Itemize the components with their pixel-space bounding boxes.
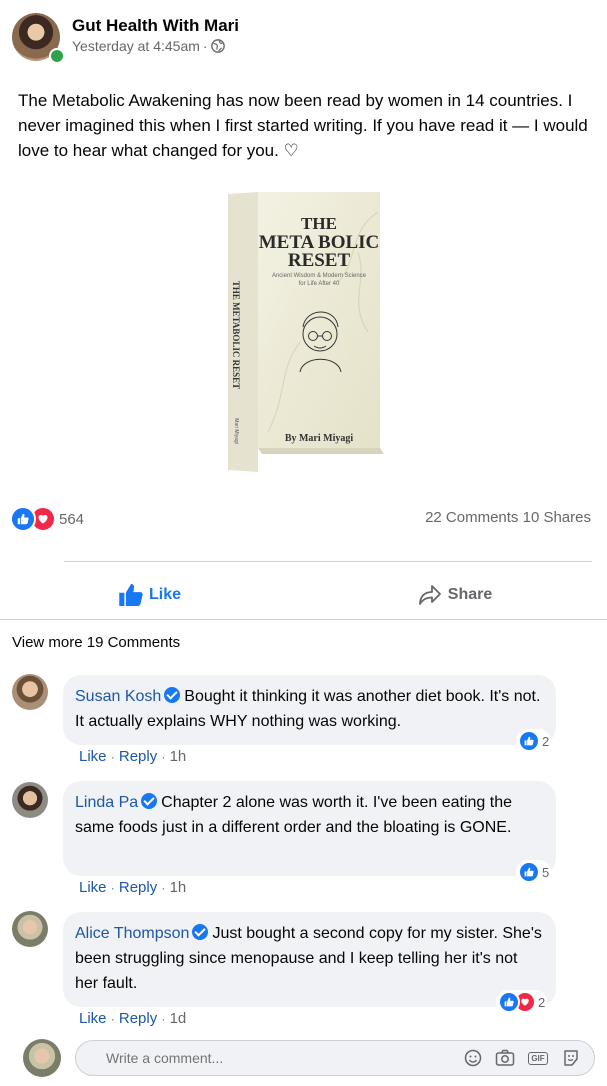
comment-bubble: Susan Kosh Bought it thinking it was anot… xyxy=(63,675,556,745)
like-label: Like xyxy=(148,586,181,603)
comment-actions: Like · Reply · 1d xyxy=(79,1010,187,1027)
comment-bubble: Linda Pa Chapter 2 alone was worth it. I'… xyxy=(63,781,556,876)
comment-reaction-count: 5 xyxy=(542,864,550,880)
camera-icon[interactable] xyxy=(494,1047,516,1069)
book-title-line3: RESET xyxy=(287,250,351,271)
share-arrow-icon xyxy=(418,584,442,606)
like-reaction-icon xyxy=(518,861,540,883)
comment-composer[interactable]: GIF xyxy=(75,1040,595,1076)
comment-reactions[interactable]: 5 xyxy=(516,860,552,884)
comment-reply-link[interactable]: Reply xyxy=(119,1010,157,1027)
comment-bubble: Alice Thompson Just bought a second copy … xyxy=(63,912,556,1007)
share-button[interactable]: Share xyxy=(325,575,585,615)
comment-avatar[interactable] xyxy=(12,782,48,818)
shares-count[interactable]: 10 Shares xyxy=(523,509,591,526)
comment-time[interactable]: 1d xyxy=(170,1010,187,1027)
post-author-name[interactable]: Gut Health With Mari xyxy=(72,16,239,36)
verified-badge-icon xyxy=(192,924,209,940)
comment-time[interactable]: 1h xyxy=(170,879,187,896)
comment-like-link[interactable]: Like xyxy=(79,1010,107,1027)
comment-reply-link[interactable]: Reply xyxy=(119,879,157,896)
book-title-line1: THE xyxy=(301,214,337,233)
comment-reactions[interactable]: 2 xyxy=(516,729,552,753)
comment-like-link[interactable]: Like xyxy=(79,879,107,896)
comment-author-link[interactable]: Susan Kosh xyxy=(75,688,161,705)
book-subtitle-line2: for Life After 40 xyxy=(298,281,340,287)
comment-time[interactable]: 1h xyxy=(170,748,187,765)
like-reaction-icon xyxy=(10,506,36,532)
book-subtitle-line1: Ancient Wisdom & Modern Science xyxy=(271,273,367,279)
sticker-icon[interactable] xyxy=(560,1047,582,1069)
globe-icon xyxy=(210,39,225,53)
comment-reaction-count: 2 xyxy=(538,994,546,1010)
divider xyxy=(64,561,592,562)
comment-avatar[interactable] xyxy=(12,911,48,947)
reactions-summary[interactable]: 564 xyxy=(10,506,84,532)
comments-count[interactable]: 22 Comments xyxy=(425,509,518,526)
post-meta: Yesterday at 4:45am · xyxy=(72,38,225,54)
online-status-dot xyxy=(49,48,65,64)
comment-actions: Like · Reply · 1h xyxy=(79,748,187,765)
current-user-avatar[interactable] xyxy=(23,1039,61,1077)
post-text: The Metabolic Awakening has now been rea… xyxy=(18,91,588,160)
comment-author-link[interactable]: Linda Pa xyxy=(75,794,138,811)
comment-actions: Like · Reply · 1h xyxy=(79,879,187,896)
gif-icon[interactable]: GIF xyxy=(526,1047,550,1069)
book-spine-author: Mari Miyagi xyxy=(233,418,239,444)
comment-like-link[interactable]: Like xyxy=(79,748,107,765)
book-byline: By Mari Miyagi xyxy=(284,433,354,444)
gif-label: GIF xyxy=(528,1051,548,1065)
comment-reply-link[interactable]: Reply xyxy=(119,748,157,765)
book-spine-title: THE METABOLIC RESET xyxy=(231,280,241,390)
comment-reaction-count: 2 xyxy=(542,733,550,749)
thumbs-up-icon xyxy=(119,584,143,606)
post-timestamp[interactable]: Yesterday at 4:45am xyxy=(72,38,200,54)
comment-input[interactable] xyxy=(104,1049,462,1067)
like-button[interactable]: Like xyxy=(20,575,280,615)
verified-badge-icon xyxy=(141,793,158,809)
comment-author-link[interactable]: Alice Thompson xyxy=(75,925,189,942)
view-more-comments-link[interactable]: View more 19 Comments xyxy=(12,634,180,651)
reaction-count: 564 xyxy=(59,510,85,528)
composer-icons: GIF xyxy=(462,1047,582,1069)
divider xyxy=(0,619,607,620)
engagement-counts: 22 Comments 10 Shares xyxy=(425,509,591,526)
verified-badge-icon xyxy=(164,687,181,703)
meta-separator: · xyxy=(202,38,208,54)
like-reaction-icon xyxy=(498,991,520,1013)
comment-avatar[interactable] xyxy=(12,674,48,710)
comment-reactions[interactable]: 2 xyxy=(496,990,548,1014)
like-reaction-icon xyxy=(518,730,540,752)
share-label: Share xyxy=(447,586,493,603)
emoji-icon[interactable] xyxy=(462,1047,484,1069)
